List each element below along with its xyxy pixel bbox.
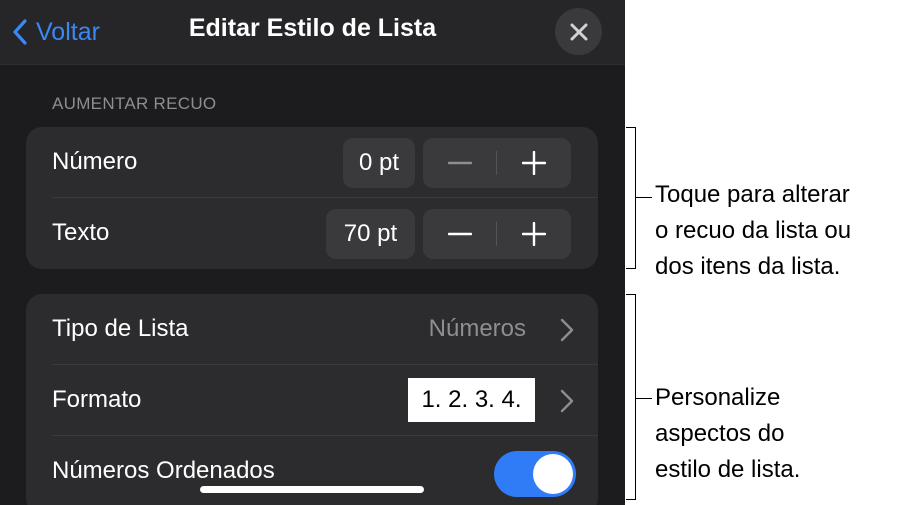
minus-icon xyxy=(448,232,472,236)
number-indent-label: Número xyxy=(52,148,138,175)
chevron-left-icon xyxy=(13,19,27,45)
number-indent-value[interactable]: 0 pt xyxy=(343,138,415,188)
format-row[interactable]: Formato 1. 2. 3. 4. xyxy=(26,365,598,436)
ordered-numbers-toggle[interactable] xyxy=(494,451,576,497)
minus-icon xyxy=(448,161,472,165)
toggle-knob xyxy=(533,454,573,494)
ordered-numbers-label: Números Ordenados xyxy=(52,457,275,484)
edit-list-style-panel: Voltar Editar Estilo de Lista AUMENTAR R… xyxy=(0,0,625,505)
page-title: Editar Estilo de Lista xyxy=(188,14,437,42)
close-button[interactable] xyxy=(555,8,602,55)
close-icon xyxy=(570,23,587,40)
plus-icon xyxy=(522,151,546,175)
format-label: Formato xyxy=(52,386,142,413)
back-button[interactable]: Voltar xyxy=(12,12,100,52)
indent-section-header: AUMENTAR RECUO xyxy=(52,94,217,113)
number-indent-row: Número 0 pt xyxy=(26,127,598,198)
indent-callout-line xyxy=(636,197,652,198)
format-value: 1. 2. 3. 4. xyxy=(408,378,535,422)
list-type-label: Tipo de Lista xyxy=(52,315,189,342)
number-indent-stepper xyxy=(423,138,571,188)
list-type-value: Números xyxy=(428,315,526,342)
indent-annotation: Toque para alterar o recuo da lista ou d… xyxy=(655,181,852,280)
back-button-label: Voltar xyxy=(36,17,100,46)
navigation-bar: Voltar Editar Estilo de Lista xyxy=(0,0,625,65)
style-annotation: Personalize aspectos do estilo de lista. xyxy=(655,384,801,483)
text-indent-decrement-button[interactable] xyxy=(423,209,497,259)
list-style-group: Tipo de Lista Números Formato 1. 2. 3. 4… xyxy=(26,294,598,505)
text-indent-increment-button[interactable] xyxy=(497,209,571,259)
screenshot-stage: Voltar Editar Estilo de Lista AUMENTAR R… xyxy=(0,0,902,505)
indent-bracket xyxy=(626,127,636,269)
number-indent-increment-button[interactable] xyxy=(497,138,571,188)
text-indent-value[interactable]: 70 pt xyxy=(326,209,415,259)
plus-icon xyxy=(522,222,546,246)
chevron-right-icon xyxy=(560,318,574,342)
text-indent-label: Texto xyxy=(52,219,110,246)
ordered-numbers-row: Números Ordenados xyxy=(26,436,598,505)
chevron-right-icon xyxy=(560,389,574,413)
style-callout-line xyxy=(636,398,652,399)
number-indent-decrement-button[interactable] xyxy=(423,138,497,188)
list-type-row[interactable]: Tipo de Lista Números xyxy=(26,294,598,365)
indent-group: Número 0 pt Texto 70 pt xyxy=(26,127,598,269)
text-indent-row: Texto 70 pt xyxy=(26,198,598,269)
text-indent-stepper xyxy=(423,209,571,259)
style-bracket xyxy=(626,294,636,500)
home-indicator[interactable] xyxy=(200,486,424,493)
